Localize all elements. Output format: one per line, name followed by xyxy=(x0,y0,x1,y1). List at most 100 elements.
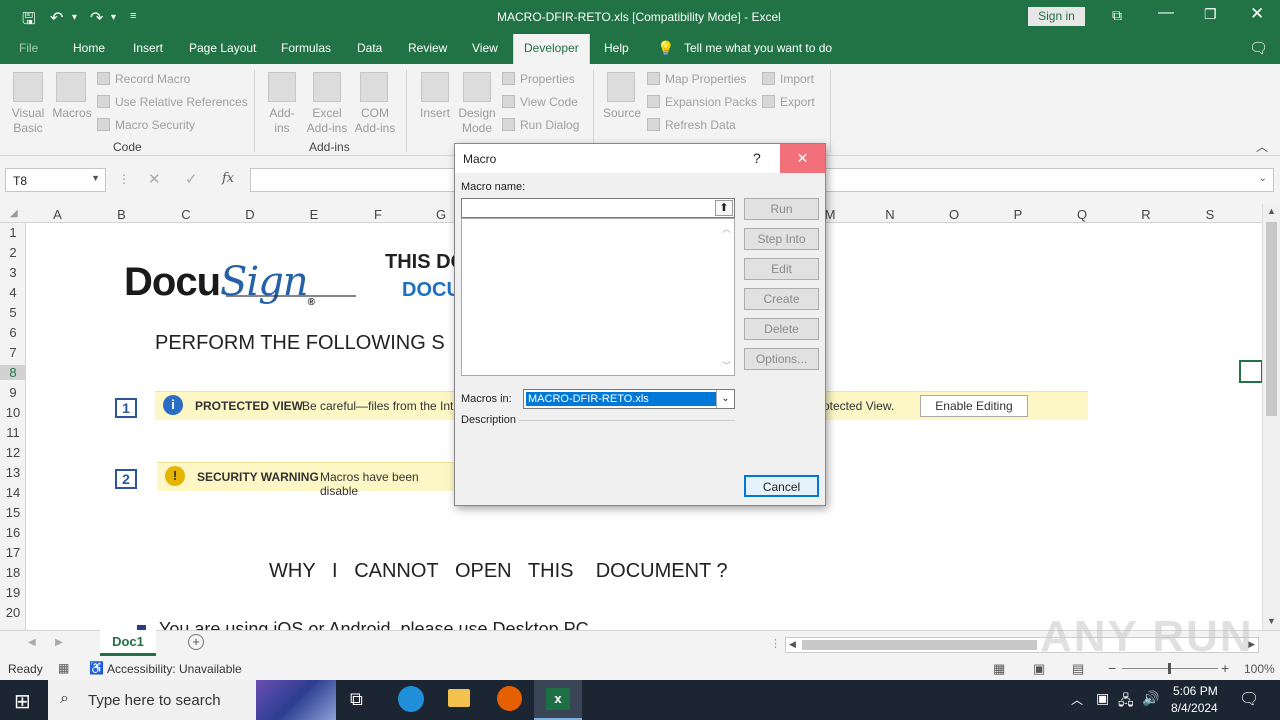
com-addins-button[interactable]: COM Add-ins xyxy=(352,106,398,136)
create-button[interactable]: Create xyxy=(744,288,819,310)
zoom-in-icon[interactable]: + xyxy=(1221,660,1229,676)
row-header[interactable]: 9 xyxy=(0,385,26,400)
tab-review[interactable]: Review xyxy=(408,41,447,55)
macros-in-dropdown-icon[interactable]: ⌄ xyxy=(716,390,734,408)
undo-icon[interactable]: ↶ xyxy=(50,8,63,28)
cancel-button[interactable]: Cancel xyxy=(744,475,819,497)
column-header[interactable]: S xyxy=(1178,207,1242,222)
column-header[interactable]: N xyxy=(858,207,922,222)
tab-home[interactable]: Home xyxy=(73,41,105,55)
use-relative-references-button[interactable]: Use Relative References xyxy=(97,95,248,109)
file-explorer-icon[interactable] xyxy=(448,689,470,707)
page-layout-view-icon[interactable]: ▣ xyxy=(1033,661,1045,677)
row-header[interactable]: 20 xyxy=(0,605,26,620)
taskbar-search[interactable]: ⌕ Type here to search xyxy=(48,680,336,720)
design-mode-button[interactable]: Design Mode xyxy=(456,106,498,136)
row-header[interactable]: 16 xyxy=(0,525,26,540)
column-header[interactable]: R xyxy=(1114,207,1178,222)
sign-in-button[interactable]: Sign in xyxy=(1028,7,1085,26)
new-sheet-icon[interactable]: + xyxy=(188,634,204,650)
tab-file[interactable]: File xyxy=(19,41,38,55)
insert-controls-button[interactable]: Insert xyxy=(414,106,456,121)
column-header[interactable]: P xyxy=(986,207,1050,222)
tab-formulas[interactable]: Formulas xyxy=(281,41,331,55)
list-scroll-up-icon[interactable]: ︿ xyxy=(722,222,731,235)
export-button[interactable]: Export xyxy=(762,95,815,109)
tab-developer[interactable]: Developer xyxy=(513,34,590,64)
row-header[interactable]: 6 xyxy=(0,325,26,340)
column-header[interactable]: O xyxy=(922,207,986,222)
column-header[interactable]: E xyxy=(282,207,346,222)
macros-in-select[interactable]: MACRO-DFIR-RETO.xls ⌄ xyxy=(523,389,735,409)
row-header[interactable]: 13 xyxy=(0,465,26,480)
macros-button[interactable]: Macros xyxy=(50,106,94,121)
row-header[interactable]: 10 xyxy=(0,405,26,420)
source-button[interactable]: Source xyxy=(600,106,644,121)
next-sheet-icon[interactable]: ▶ xyxy=(55,637,63,648)
row-header[interactable]: 8 xyxy=(0,365,26,380)
minimize-icon[interactable]: — xyxy=(1158,4,1174,22)
options-button[interactable]: Options... xyxy=(744,348,819,370)
edge-icon[interactable] xyxy=(398,686,424,712)
tab-insert[interactable]: Insert xyxy=(133,41,163,55)
name-box-dropdown-icon[interactable]: ▼ xyxy=(91,173,100,183)
tray-device-icon[interactable]: ▣ xyxy=(1096,690,1109,707)
tab-page-layout[interactable]: Page Layout xyxy=(189,41,256,55)
zoom-slider-thumb[interactable] xyxy=(1168,663,1171,674)
save-icon[interactable]: 🖫 xyxy=(22,8,36,35)
refresh-data-button[interactable]: Refresh Data xyxy=(647,118,736,132)
tab-view[interactable]: View xyxy=(472,41,498,55)
cancel-entry-icon[interactable]: ✕ xyxy=(148,170,161,188)
comments-icon[interactable]: 🗨 xyxy=(1249,39,1268,57)
macro-list[interactable]: ︿ ﹀ xyxy=(461,218,735,376)
edit-button[interactable]: Edit xyxy=(744,258,819,280)
zoom-level[interactable]: 100% xyxy=(1244,662,1275,676)
notifications-icon[interactable]: 🗨 xyxy=(1239,689,1259,709)
run-dialog-button[interactable]: Run Dialog xyxy=(502,118,579,132)
active-cell-t8[interactable] xyxy=(1239,360,1262,383)
row-header[interactable]: 12 xyxy=(0,445,26,460)
vertical-scrollbar[interactable]: ▲ ▼ xyxy=(1262,204,1280,630)
import-button[interactable]: Import xyxy=(762,72,814,86)
row-header[interactable]: 3 xyxy=(0,265,26,280)
view-code-button[interactable]: View Code xyxy=(502,95,578,109)
expansion-packs-button[interactable]: Expansion Packs xyxy=(647,95,757,109)
tray-chevron-icon[interactable]: ︿ xyxy=(1071,691,1083,708)
row-header[interactable]: 15 xyxy=(0,505,26,520)
page-break-view-icon[interactable]: ▤ xyxy=(1072,661,1084,677)
excel-addins-button[interactable]: Excel Add-ins xyxy=(304,106,350,136)
accessibility-status[interactable]: Accessibility: Unavailable xyxy=(107,662,242,676)
network-icon[interactable]: 🖧 xyxy=(1118,690,1134,714)
scroll-down-icon[interactable]: ▼ xyxy=(1267,616,1276,626)
macro-name-input[interactable]: ⬆ xyxy=(461,198,735,218)
redo-icon[interactable]: ↷ xyxy=(90,8,103,28)
tab-help[interactable]: Help xyxy=(604,41,629,55)
tab-data[interactable]: Data xyxy=(357,41,382,55)
row-header[interactable]: 11 xyxy=(0,425,26,440)
column-header[interactable]: Q xyxy=(1050,207,1114,222)
name-box[interactable]: T8 ▼ xyxy=(5,168,106,192)
row-header[interactable]: 5 xyxy=(0,305,26,320)
collapse-ribbon-icon[interactable]: ︿ xyxy=(1256,138,1268,155)
column-header[interactable]: D xyxy=(218,207,282,222)
confirm-entry-icon[interactable]: ✓ xyxy=(185,170,198,188)
scroll-left-icon[interactable]: ◀ xyxy=(789,639,796,650)
properties-button[interactable]: Properties xyxy=(502,72,575,86)
task-view-icon[interactable]: ⧉ xyxy=(350,689,363,710)
visual-basic-button[interactable]: Visual Basic xyxy=(6,106,50,136)
sheet-tab-doc1[interactable]: Doc1 xyxy=(100,630,156,656)
row-header[interactable]: 4 xyxy=(0,285,26,300)
firefox-icon[interactable] xyxy=(497,686,522,711)
customize-qat-icon[interactable]: ≡ xyxy=(130,10,136,22)
expand-formula-icon[interactable]: ⌄ xyxy=(1259,173,1267,184)
step-into-button[interactable]: Step Into xyxy=(744,228,819,250)
clock-date[interactable]: 8/4/2024 xyxy=(1171,701,1218,715)
row-header[interactable]: 17 xyxy=(0,545,26,560)
volume-icon[interactable]: 🔊 xyxy=(1142,690,1159,707)
enable-editing-button[interactable]: Enable Editing xyxy=(920,395,1028,417)
addins-button[interactable]: Add-ins xyxy=(262,106,302,136)
restore-icon[interactable]: ❐ xyxy=(1204,6,1217,23)
row-header[interactable]: 19 xyxy=(0,585,26,600)
select-all-icon[interactable]: ◢ xyxy=(10,208,18,219)
insert-function-icon[interactable]: fx xyxy=(222,171,234,186)
